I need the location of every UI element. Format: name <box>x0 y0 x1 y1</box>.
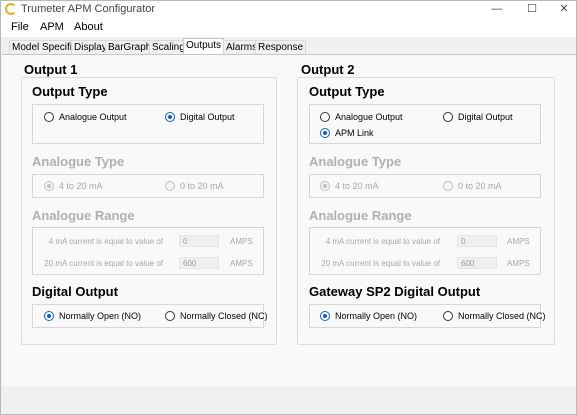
output1-range-row1-label: 4 mA current is equal to value of <box>48 237 163 246</box>
output2-range-row2-unit: AMPS <box>507 259 530 268</box>
output1-range-row2-label: 20 mA current is equal to value of <box>44 259 163 268</box>
tab-scaling[interactable]: Scaling <box>149 40 188 55</box>
title-bar: Trumeter APM Configurator — ☐ ✕ <box>1 1 576 18</box>
output1-analogue-range-title: Analogue Range <box>32 208 135 223</box>
tab-response[interactable]: Response <box>255 40 307 55</box>
radio-label: Digital Output <box>180 112 235 122</box>
output2-4-20ma-radio[interactable]: 4 to 20 mA <box>320 181 379 191</box>
radio-label: Normally Open (NO) <box>59 311 142 321</box>
output1-analogue-output-radio[interactable]: Analogue Output <box>44 112 127 122</box>
radio-unchecked-icon <box>443 181 453 191</box>
tab-strip: Model Specific Display BarGraph Scaling … <box>1 37 576 55</box>
menu-file[interactable]: File <box>11 21 29 33</box>
radio-label: Digital Output <box>458 112 513 122</box>
minimize-button[interactable]: — <box>485 1 509 18</box>
radio-unchecked-icon <box>320 112 330 122</box>
radio-label: 4 to 20 mA <box>335 181 379 191</box>
radio-unchecked-icon <box>443 311 453 321</box>
radio-unchecked-icon <box>165 311 175 321</box>
radio-checked-icon <box>320 181 330 191</box>
radio-label: APM Link <box>335 128 374 138</box>
radio-unchecked-icon <box>165 181 175 191</box>
radio-label: Normally Open (NO) <box>335 311 418 321</box>
maximize-button[interactable]: ☐ <box>520 1 544 18</box>
tab-bargraph[interactable]: BarGraph <box>105 40 155 55</box>
output1-output-type-box <box>32 104 264 144</box>
radio-label: 0 to 20 mA <box>458 181 502 191</box>
output2-normally-open-radio[interactable]: Normally Open (NO) <box>320 311 417 321</box>
menu-apm[interactable]: APM <box>40 21 64 33</box>
output1-digital-output-title: Digital Output <box>32 284 118 299</box>
tab-display[interactable]: Display <box>71 40 110 55</box>
output1-0-20ma-radio[interactable]: 0 to 20 mA <box>165 181 224 191</box>
radio-checked-icon <box>44 311 54 321</box>
radio-label: Analogue Output <box>335 112 403 122</box>
output2-range-row1-label: 4 mA current is equal to value of <box>325 237 440 246</box>
output2-analogue-type-title: Analogue Type <box>309 154 402 169</box>
output1-output-type-title: Output Type <box>32 84 108 99</box>
close-button[interactable]: ✕ <box>552 1 576 18</box>
radio-label: Normally Closed (NC) <box>458 311 546 321</box>
output1-range-row1-unit: AMPS <box>230 237 253 246</box>
tab-outputs[interactable]: Outputs <box>183 38 225 55</box>
output2-title: Output 2 <box>301 62 355 77</box>
menu-about[interactable]: About <box>74 21 103 33</box>
output2-digital-output-title: Gateway SP2 Digital Output <box>309 284 481 299</box>
output2-apm-link-radio[interactable]: APM Link <box>320 128 374 138</box>
output1-analogue-type-title: Analogue Type <box>32 154 125 169</box>
output2-range-row2-label: 20 mA current is equal to value of <box>321 259 440 268</box>
output1-normally-open-radio[interactable]: Normally Open (NO) <box>44 311 141 321</box>
output2-normally-closed-radio[interactable]: Normally Closed (NC) <box>443 311 546 321</box>
output2-range-row2-input[interactable]: 600 <box>457 257 497 269</box>
output1-range-row2-input[interactable]: 600 <box>179 257 219 269</box>
output2-digital-output-radio[interactable]: Digital Output <box>443 112 513 122</box>
output2-analogue-output-radio[interactable]: Analogue Output <box>320 112 403 122</box>
output1-4-20ma-radio[interactable]: 4 to 20 mA <box>44 181 103 191</box>
radio-unchecked-icon <box>443 112 453 122</box>
radio-checked-icon <box>320 128 330 138</box>
radio-label: 4 to 20 mA <box>59 181 103 191</box>
output2-0-20ma-radio[interactable]: 0 to 20 mA <box>443 181 502 191</box>
output2-output-type-title: Output Type <box>309 84 385 99</box>
radio-unchecked-icon <box>44 112 54 122</box>
radio-checked-icon <box>44 181 54 191</box>
radio-checked-icon <box>320 311 330 321</box>
output1-range-row2-unit: AMPS <box>230 259 253 268</box>
menu-bar: File APM About <box>1 18 576 37</box>
output2-range-row1-unit: AMPS <box>507 237 530 246</box>
output1-range-row1-input[interactable]: 0 <box>179 235 219 247</box>
tab-model-specific[interactable]: Model Specific <box>9 40 81 55</box>
window-title: Trumeter APM Configurator <box>21 3 156 15</box>
app-logo-icon <box>5 3 17 15</box>
radio-label: 0 to 20 mA <box>180 181 224 191</box>
output2-range-row1-input[interactable]: 0 <box>457 235 497 247</box>
output2-output-type-box <box>309 104 541 144</box>
output2-analogue-range-title: Analogue Range <box>309 208 412 223</box>
output1-digital-output-radio[interactable]: Digital Output <box>165 112 235 122</box>
radio-label: Analogue Output <box>59 112 127 122</box>
radio-checked-icon <box>165 112 175 122</box>
output1-title: Output 1 <box>24 62 78 77</box>
outputs-tab-page: Output 1 Output Type Analogue Output Dig… <box>2 54 576 386</box>
output1-normally-closed-radio[interactable]: Normally Closed (NC) <box>165 311 268 321</box>
app-window: Trumeter APM Configurator — ☐ ✕ File APM… <box>0 0 577 415</box>
radio-label: Normally Closed (NC) <box>180 311 268 321</box>
